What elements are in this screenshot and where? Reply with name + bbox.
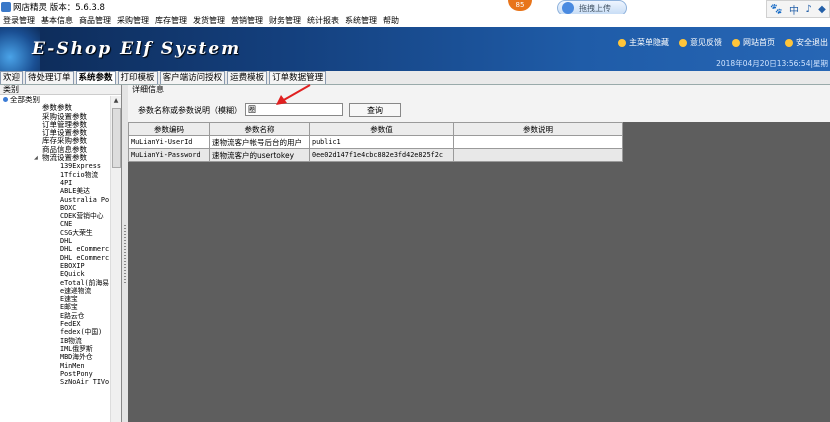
carrier-item[interactable]: EBOXIP [0, 262, 110, 270]
carrier-item[interactable]: fedex(中国) [0, 328, 110, 336]
carrier-item[interactable]: EQuick [0, 270, 110, 278]
tree-root[interactable]: 全部类别 [0, 96, 110, 104]
tree-item-logistics[interactable]: 物流设置参数 [0, 153, 110, 162]
logout-icon [785, 38, 793, 47]
cell-code[interactable]: MuLianYi-UserId [128, 135, 210, 149]
col-header-value[interactable]: 参数值 [309, 122, 454, 136]
home-icon [732, 38, 740, 47]
drag-upload-label: 拖拽上传 [579, 3, 611, 13]
carrier-item[interactable]: IML俄罗斯 [0, 345, 110, 353]
menu-basic-info[interactable]: 基本信息 [38, 15, 76, 26]
window-title: 网店精灵 版本：5.6.3.8 [13, 3, 105, 13]
carrier-item[interactable]: 139Express [0, 162, 110, 170]
ime-lang[interactable]: 中 [789, 2, 799, 17]
carrier-item[interactable]: ABLE美达 [0, 187, 110, 195]
window-titlebar: 网店精灵 版本：5.6.3.8 [0, 0, 830, 14]
carrier-item[interactable]: MBD海外仓 [0, 353, 110, 361]
music-icon[interactable]: ♪ [805, 4, 811, 15]
carrier-item[interactable]: E邮宝 [0, 303, 110, 311]
paw-icon[interactable]: 🐾 [770, 4, 782, 15]
menu-inventory[interactable]: 库存管理 [152, 15, 190, 26]
tab-freight-templates[interactable]: 运费模板 [227, 71, 268, 84]
table-header-row: 参数编码 参数名称 参数值 参数说明 [128, 122, 623, 136]
menu-help[interactable]: 帮助 [380, 15, 402, 26]
detail-pane: 详细信息 参数名称或参数说明（模糊） 查询 参数编码 参数名称 参数值 参数说明… [128, 85, 830, 422]
carrier-item[interactable]: DHL eCommerc [0, 254, 110, 262]
carrier-item[interactable]: CNE [0, 220, 110, 228]
menu-purchase[interactable]: 采购管理 [114, 15, 152, 26]
tree-scrollbar[interactable]: ▲ [110, 96, 121, 422]
col-header-desc[interactable]: 参数说明 [453, 122, 623, 136]
scroll-thumb[interactable] [112, 108, 121, 168]
params-grid: 参数编码 参数名称 参数值 参数说明 MuLianYi-UserId 速物流客户… [128, 122, 830, 422]
tab-strip: 欢迎 待处理订单 系统参数 打印模板 客户端访问授权 运费模板 订单数据管理 [0, 71, 830, 85]
menu-marketing[interactable]: 营销管理 [228, 15, 266, 26]
query-button[interactable]: 查询 [349, 103, 401, 117]
annotation-arrow-icon [276, 84, 311, 105]
cell-desc[interactable] [453, 135, 623, 149]
col-header-code[interactable]: 参数编码 [128, 122, 210, 136]
ime-tray[interactable]: 🐾 中 ♪ ◆ [766, 0, 830, 18]
menu-system[interactable]: 系统管理 [342, 15, 380, 26]
category-tree: 全部类别 参数参数 采购设置参数 订单管理参数 订单设置参数 库存采购参数 商品… [0, 96, 110, 422]
params-table: 参数编码 参数名称 参数值 参数说明 MuLianYi-UserId 速物流客户… [128, 122, 623, 162]
feedback-icon [679, 38, 687, 47]
cell-value[interactable]: 0ee02d147f1e4cbc882e3fd42e825f2c [309, 148, 454, 162]
carrier-item[interactable]: IB物流 [0, 337, 110, 345]
carrier-item[interactable]: BOXC [0, 204, 110, 212]
menu-shipping[interactable]: 发货管理 [190, 15, 228, 26]
carrier-item[interactable]: PostPony [0, 370, 110, 378]
menu-login[interactable]: 登录管理 [0, 15, 38, 26]
app-icon [1, 2, 11, 12]
diamond-icon[interactable]: ◆ [818, 4, 826, 15]
grip-icon [124, 225, 126, 285]
table-row[interactable]: MuLianYi-Password 速物流客户的usertokey 0ee02d… [128, 148, 623, 162]
cell-code[interactable]: MuLianYi-Password [128, 148, 210, 162]
carrier-item[interactable]: CSG大荣生 [0, 229, 110, 237]
category-pane: 类别 全部类别 参数参数 采购设置参数 订单管理参数 订单设置参数 库存采购参数… [0, 85, 122, 422]
carrier-item[interactable]: DHL [0, 237, 110, 245]
homepage-link[interactable]: 网站首页 [732, 37, 775, 48]
carrier-item[interactable]: E路云仓 [0, 312, 110, 320]
carrier-item[interactable]: DHL eCommerc [0, 245, 110, 253]
carrier-item[interactable]: eTotal(前海易 [0, 279, 110, 287]
detail-header: 详细信息 [132, 85, 164, 94]
carrier-item[interactable]: Australia Po [0, 196, 110, 204]
carrier-item[interactable]: e速递物流 [0, 287, 110, 295]
cell-value[interactable]: public1 [309, 135, 454, 149]
tab-pending-orders[interactable]: 待处理订单 [25, 71, 74, 84]
hide-menu-link[interactable]: 主菜单隐藏 [618, 37, 669, 48]
tab-print-templates[interactable]: 打印模板 [117, 71, 158, 84]
datetime-display: 2018年04月20日13:56:54|星期 [716, 59, 828, 68]
cell-desc[interactable] [453, 148, 623, 162]
table-row[interactable]: MuLianYi-UserId 速物流客户帐号后台的用户 public1 [128, 135, 623, 149]
category-header: 类别 [0, 85, 121, 95]
header-links: 主菜单隐藏 意见反馈 网站首页 安全退出 [618, 37, 828, 48]
cell-name[interactable]: 速物流客户的usertokey [209, 148, 310, 162]
menu-bar: 登录管理 基本信息 商品管理 采购管理 库存管理 发货管理 营销管理 财务管理 … [0, 14, 766, 27]
col-header-name[interactable]: 参数名称 [209, 122, 310, 136]
cell-name[interactable]: 速物流客户帐号后台的用户 [209, 135, 310, 149]
carrier-item[interactable]: 1Tfcio物流 [0, 171, 110, 179]
scroll-up-icon[interactable]: ▲ [111, 96, 121, 106]
tab-client-access[interactable]: 客户端访问授权 [159, 71, 226, 84]
search-bar: 参数名称或参数说明（模糊） 查询 [128, 96, 830, 121]
carrier-item[interactable]: 4PI [0, 179, 110, 187]
menu-reports[interactable]: 统计报表 [304, 15, 342, 26]
carrier-item[interactable]: E速宝 [0, 295, 110, 303]
feedback-link[interactable]: 意见反馈 [679, 37, 722, 48]
app-logo: E-Shop Elf System [32, 39, 242, 59]
cloud-icon [562, 2, 574, 14]
carrier-item[interactable]: CDEK营销中心 [0, 212, 110, 220]
logout-link[interactable]: 安全退出 [785, 37, 828, 48]
header-banner: E-Shop Elf System 主菜单隐藏 意见反馈 网站首页 安全退出 2… [0, 27, 830, 71]
carrier-item[interactable]: SzNoAir TIVo [0, 378, 110, 386]
carrier-item[interactable]: MinMen [0, 362, 110, 370]
menu-products[interactable]: 商品管理 [76, 15, 114, 26]
menu-icon [618, 38, 626, 47]
search-label: 参数名称或参数说明（模糊） [138, 106, 242, 115]
tab-system-params[interactable]: 系统参数 [75, 71, 116, 84]
menu-finance[interactable]: 财务管理 [266, 15, 304, 26]
tab-welcome[interactable]: 欢迎 [0, 71, 24, 84]
